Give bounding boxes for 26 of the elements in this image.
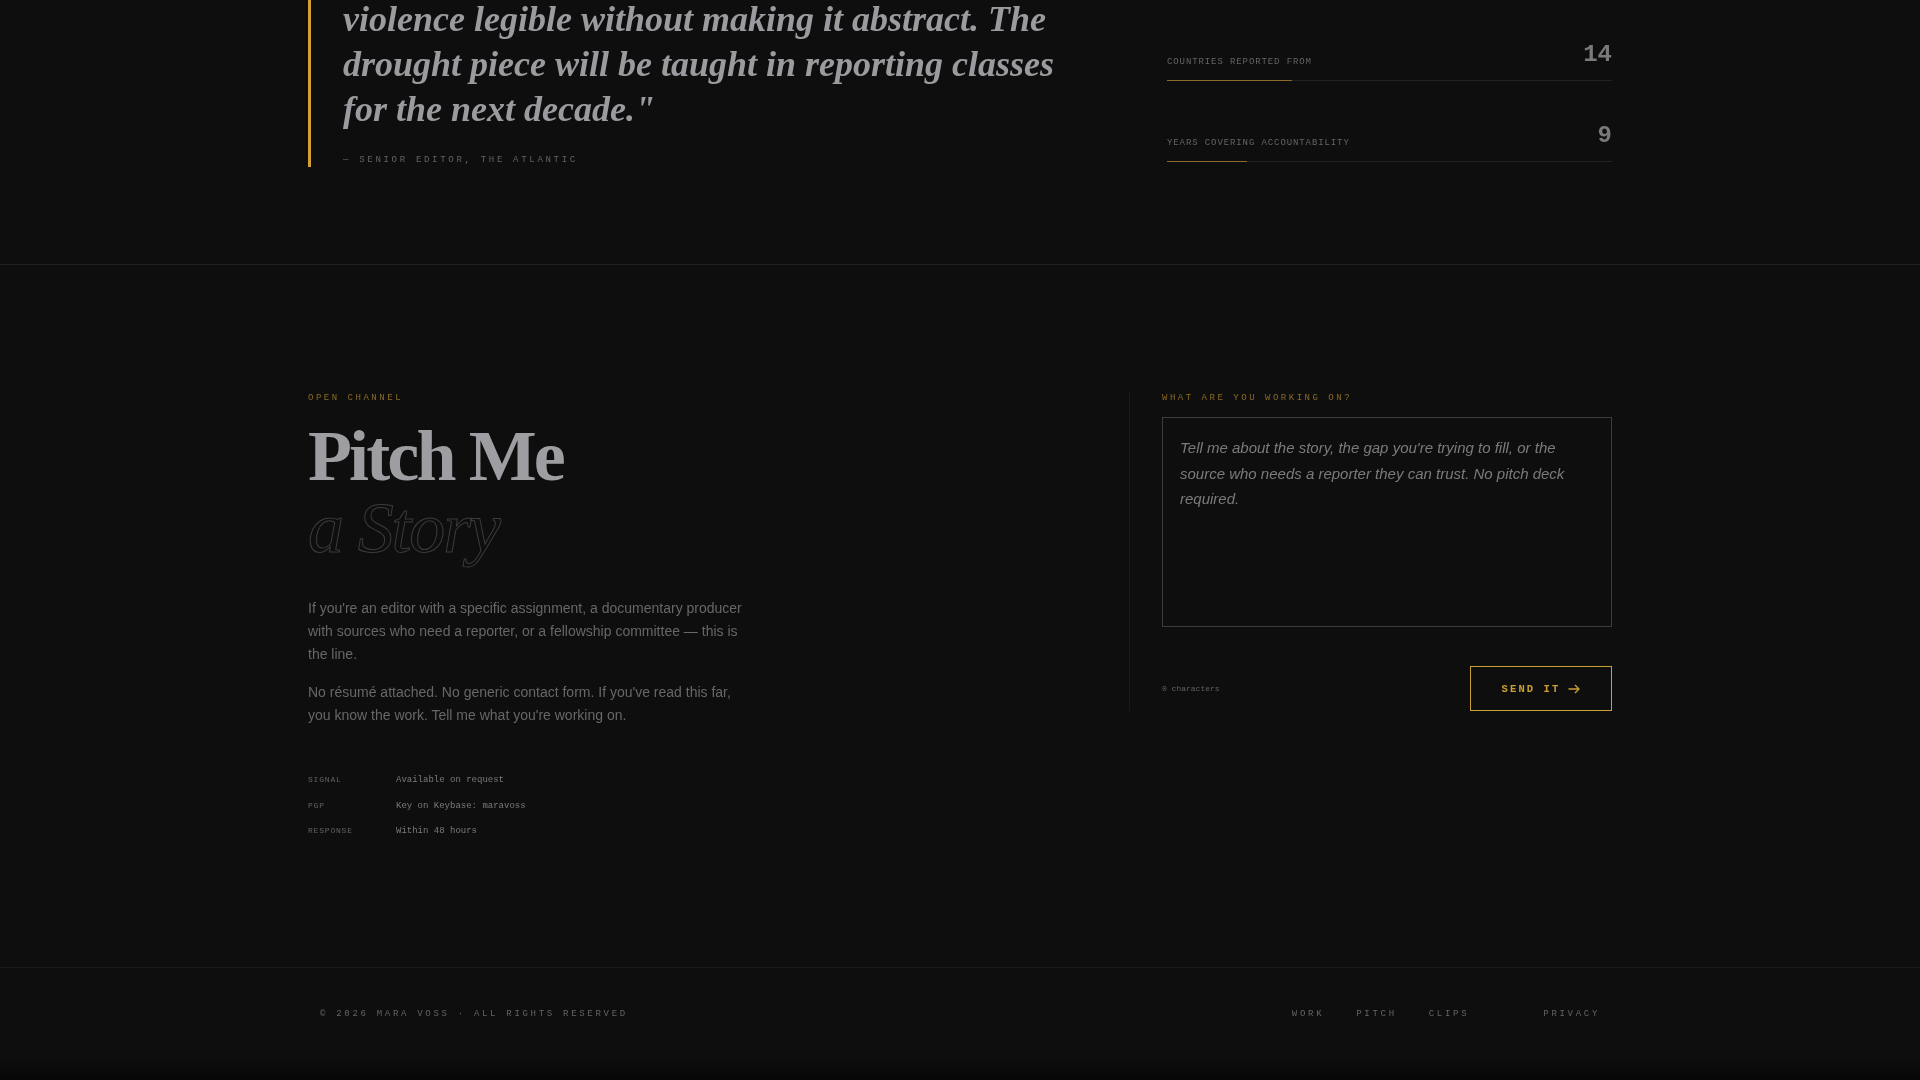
field-label: WHAT ARE YOU WORKING ON? bbox=[1162, 392, 1353, 405]
stat-value: 14 bbox=[1583, 42, 1612, 68]
footer-link[interactable]: PRIVACY bbox=[1543, 1008, 1600, 1019]
stat-label: YEARS COVERING ACCOUNTABILITY bbox=[1167, 138, 1350, 149]
send-button[interactable]: SEND IT bbox=[1470, 666, 1612, 711]
arrow-right-icon bbox=[1568, 683, 1581, 694]
quote-text: violence legible without making it abstract. The drought piece will be taught in reporting classes for the next decade." bbox=[343, 0, 1056, 131]
contact-label: RESPONSE bbox=[308, 826, 354, 835]
contact-label: PGP bbox=[308, 800, 326, 810]
contact-value: Within 48 hours bbox=[396, 826, 477, 836]
contact-label: SIGNAL bbox=[308, 775, 343, 784]
copyright-text: © 2026 MARA VOSS · ALL RIGHTS RESERVED bbox=[320, 1008, 628, 1019]
footer-link[interactable]: PITCH bbox=[1356, 1008, 1397, 1019]
intro-paragraph: No résumé attached. No generic contact form. If you've read this far, you know the work. Tell me what you're working on. bbox=[308, 683, 732, 725]
contact-value: Key on Keybase: maravoss bbox=[396, 800, 526, 811]
contact-value: Available on request bbox=[396, 775, 505, 785]
character-count: 0 characters bbox=[1162, 684, 1220, 693]
quote-attribution: — SENIOR EDITOR, THE ATLANTIC bbox=[343, 154, 578, 167]
stat-label: COUNTRIES REPORTED FROM bbox=[1167, 57, 1312, 68]
pitch-title: Pitch Me bbox=[308, 420, 563, 492]
stat-value: 9 bbox=[1597, 123, 1612, 149]
intro-paragraph: If you're an editor with a specific assignment, a documentary producer with sources who need a reporter, or a fellowship committee — this is the line. bbox=[308, 599, 743, 664]
message-field[interactable]: Tell me about the story, the gap you're trying to fill, or the source who needs a reporter they can trust. No pitch deck required. bbox=[1162, 417, 1612, 627]
footer-link[interactable]: WORK bbox=[1291, 1008, 1325, 1019]
footer-link[interactable]: CLIPS bbox=[1428, 1008, 1470, 1019]
section-eyebrow: OPEN CHANNEL bbox=[308, 392, 404, 405]
